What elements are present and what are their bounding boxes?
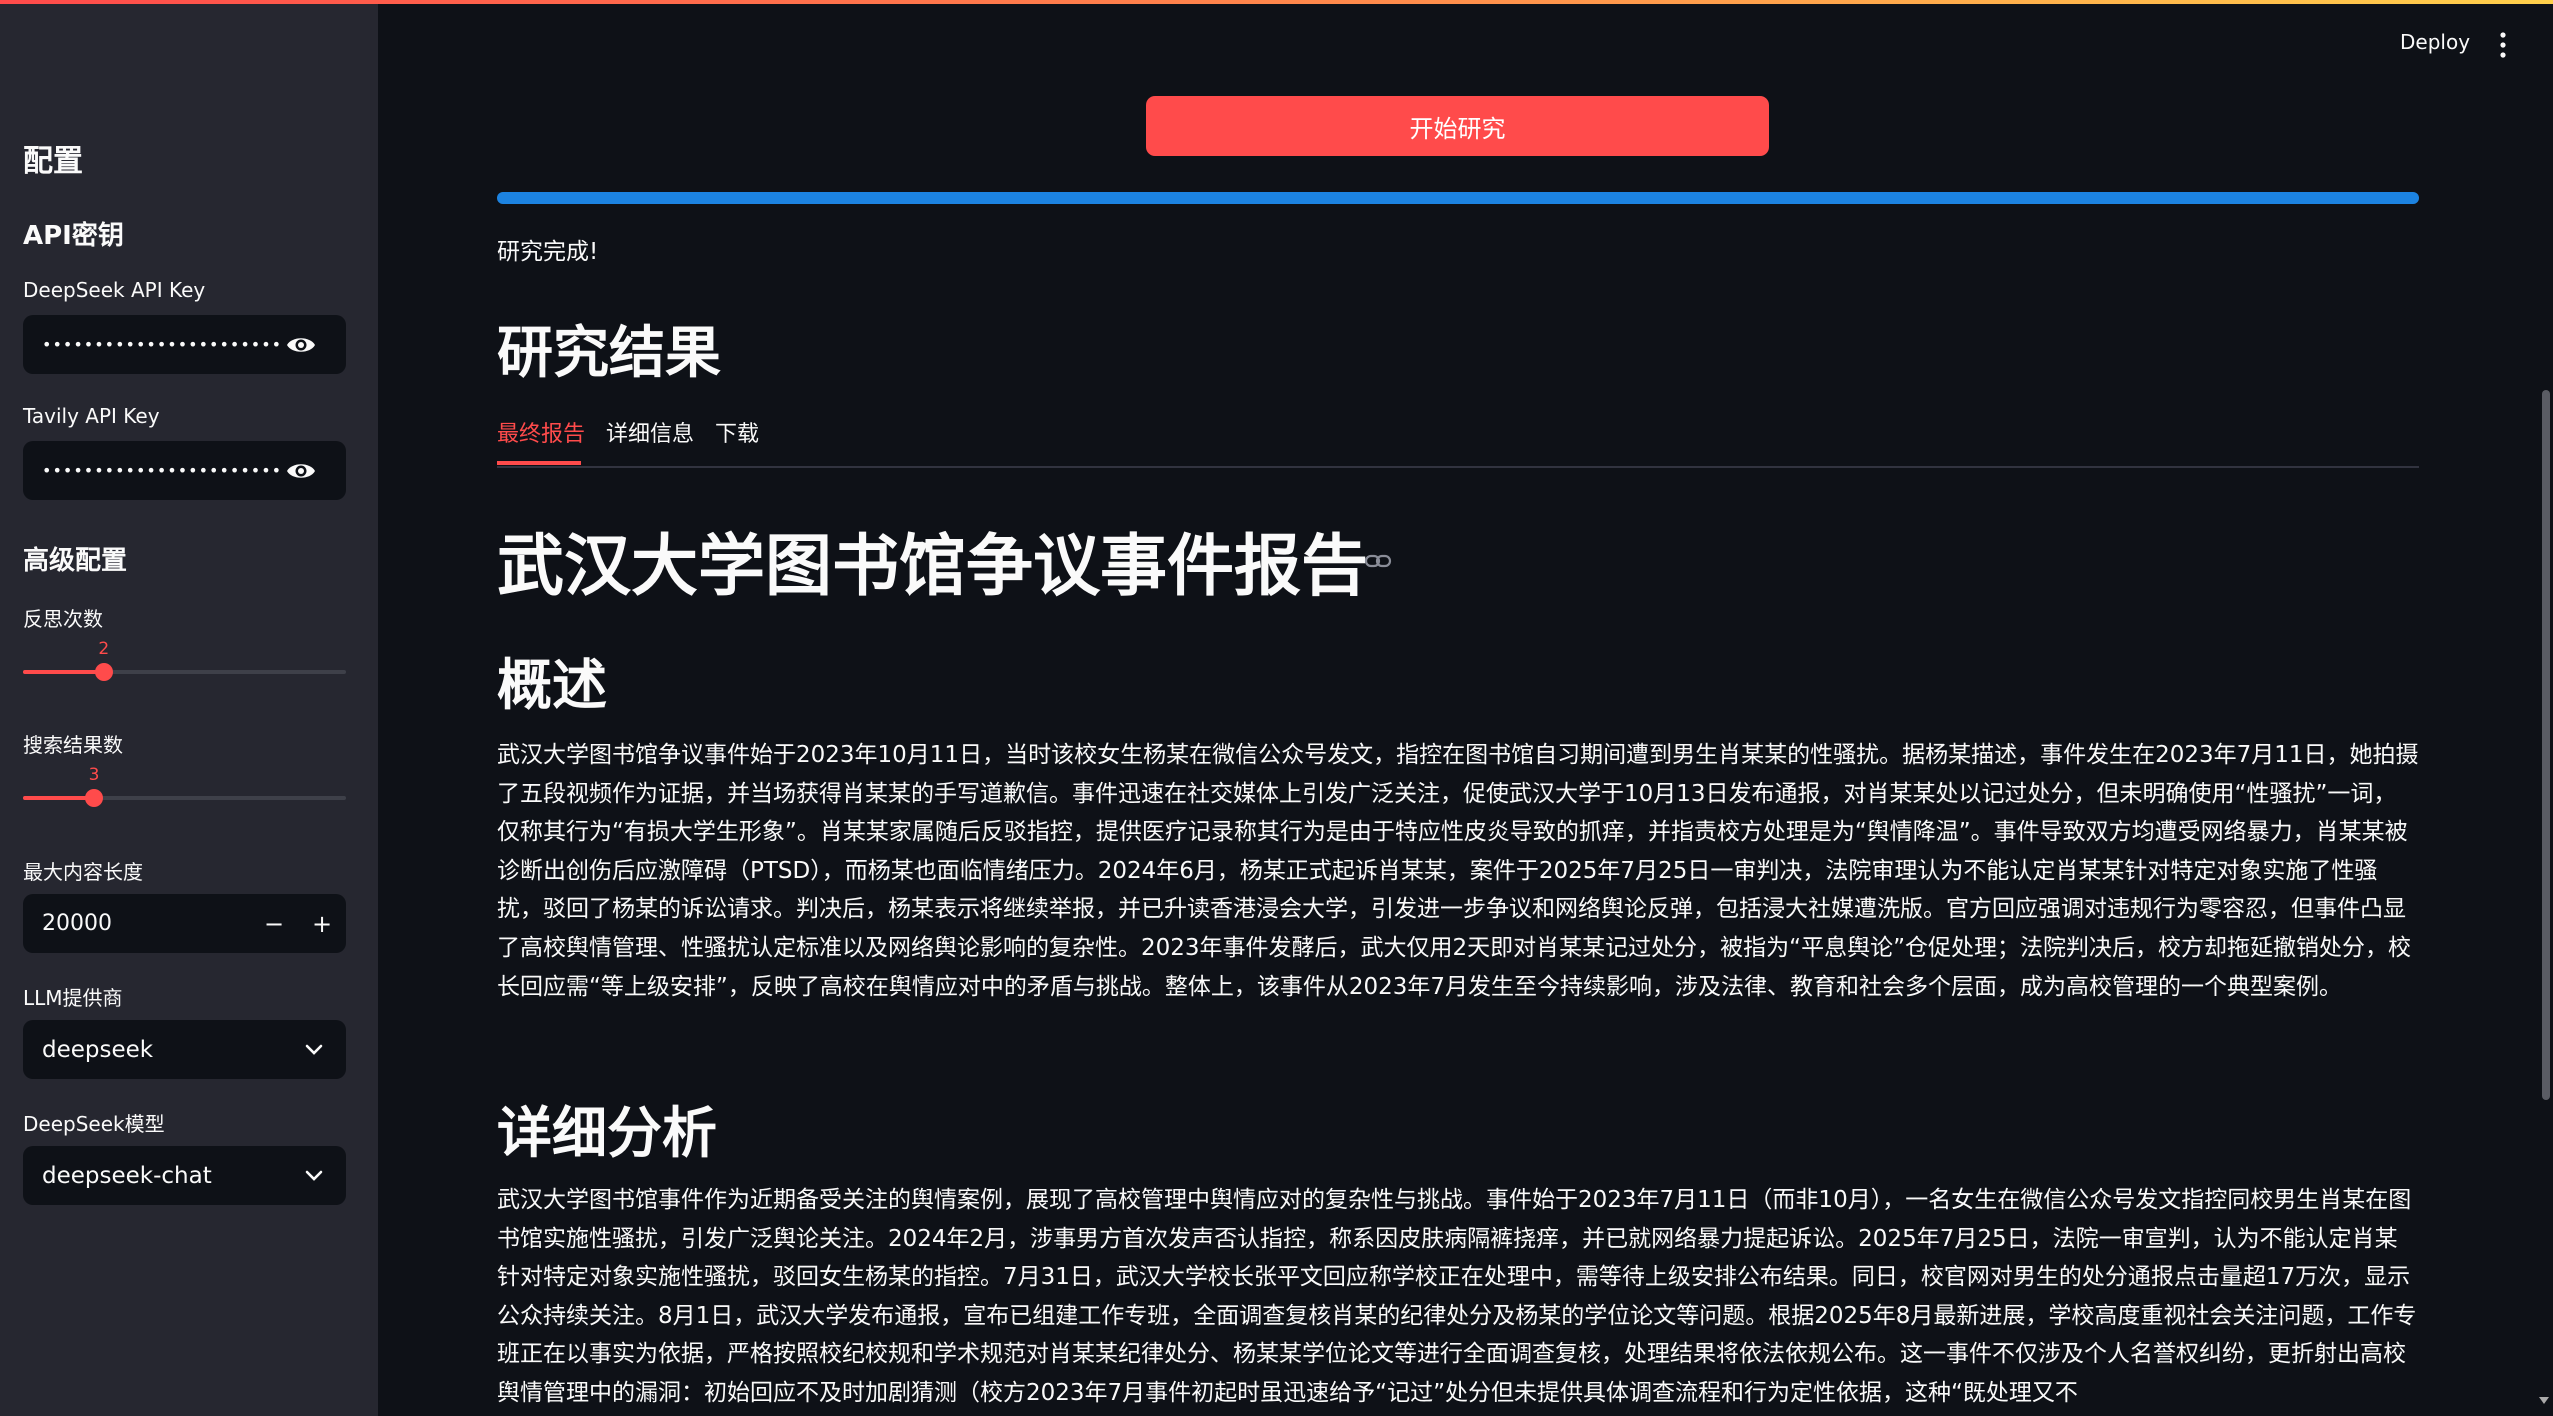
slider-fill: [23, 796, 95, 800]
slider-thumb[interactable]: [85, 789, 104, 807]
scrollbar-thumb[interactable]: [2542, 390, 2550, 1100]
active-tab-indicator: [497, 461, 581, 465]
llm-provider-select[interactable]: deepseek: [23, 1020, 346, 1079]
api-keys-heading: API密钥: [23, 221, 124, 251]
slider-thumb[interactable]: [94, 663, 113, 681]
reflection-count-slider[interactable]: 2: [23, 639, 346, 686]
link-icon[interactable]: [1364, 553, 1392, 569]
sidebar: 配置 API密钥 DeepSeek API Key ••••••••••••••…: [0, 0, 378, 1416]
deepseek-model-value[interactable]: deepseek-chat: [42, 1163, 304, 1189]
results-tabs: 最终报告 详细信息 下载: [497, 400, 2419, 468]
chevron-down-icon[interactable]: [304, 1044, 324, 1056]
report-title: 武汉大学图书馆争议事件报告: [497, 527, 1368, 605]
analysis-paragraph: 武汉大学图书馆事件作为近期备受关注的舆情案例，展现了高校管理中舆情应对的复杂性与…: [497, 1187, 2417, 1406]
tavily-key-input[interactable]: •••••••••••••••••••••••••••••••••••: [23, 441, 346, 500]
overview-paragraph: 武汉大学图书馆争议事件始于2023年10月11日，当时该校女生杨某在微信公众号发…: [497, 742, 2419, 1000]
progress-bar: [497, 192, 2419, 204]
deepseek-model-label: DeepSeek模型: [23, 1112, 165, 1136]
status-message: 研究完成!: [497, 239, 599, 265]
progress-bar-fill: [497, 192, 2419, 204]
search-results-label: 搜索结果数: [23, 733, 123, 757]
llm-provider-value[interactable]: deepseek: [42, 1037, 304, 1063]
results-title: 研究结果: [497, 321, 721, 386]
deepseek-model-select[interactable]: deepseek-chat: [23, 1146, 346, 1205]
deploy-button[interactable]: Deploy: [2400, 30, 2470, 54]
deepseek-key-label: DeepSeek API Key: [23, 278, 206, 302]
chevron-down-icon[interactable]: [304, 1170, 324, 1182]
scroll-down-icon[interactable]: [2539, 1397, 2549, 1404]
analysis-heading: 详细分析: [497, 1101, 718, 1165]
top-accent-bar: [0, 0, 2553, 4]
llm-provider-label: LLM提供商: [23, 986, 123, 1010]
reflection-count-label: 反思次数: [23, 607, 103, 631]
deepseek-key-input[interactable]: •••••••••••••••••••••••••••••••••••: [23, 315, 346, 374]
slider-value: 3: [88, 765, 100, 785]
advanced-config-heading: 高级配置: [23, 546, 128, 576]
tab-download[interactable]: 下载: [715, 416, 759, 448]
tavily-key-label: Tavily API Key: [23, 404, 160, 428]
slider-fill: [23, 670, 104, 674]
tavily-key-value[interactable]: •••••••••••••••••••••••••••••••••••: [42, 461, 282, 480]
max-length-label: 最大内容长度: [23, 860, 143, 884]
overview-heading: 概述: [497, 653, 608, 717]
max-length-number-input[interactable]: 20000 − +: [23, 894, 346, 953]
slider-value: 2: [98, 639, 110, 659]
max-length-value[interactable]: 20000: [42, 911, 250, 936]
start-research-button[interactable]: 开始研究: [1146, 96, 1769, 156]
more-options-icon[interactable]: [2493, 30, 2513, 60]
decrement-button[interactable]: −: [250, 894, 298, 953]
eye-icon[interactable]: [286, 460, 316, 482]
search-results-slider[interactable]: 3: [23, 765, 346, 812]
increment-button[interactable]: +: [298, 894, 346, 953]
sidebar-title: 配置: [23, 144, 83, 179]
tab-details[interactable]: 详细信息: [606, 416, 694, 448]
eye-icon[interactable]: [286, 334, 316, 356]
tab-final-report[interactable]: 最终报告: [497, 416, 585, 448]
deepseek-key-value[interactable]: •••••••••••••••••••••••••••••••••••: [42, 335, 282, 354]
